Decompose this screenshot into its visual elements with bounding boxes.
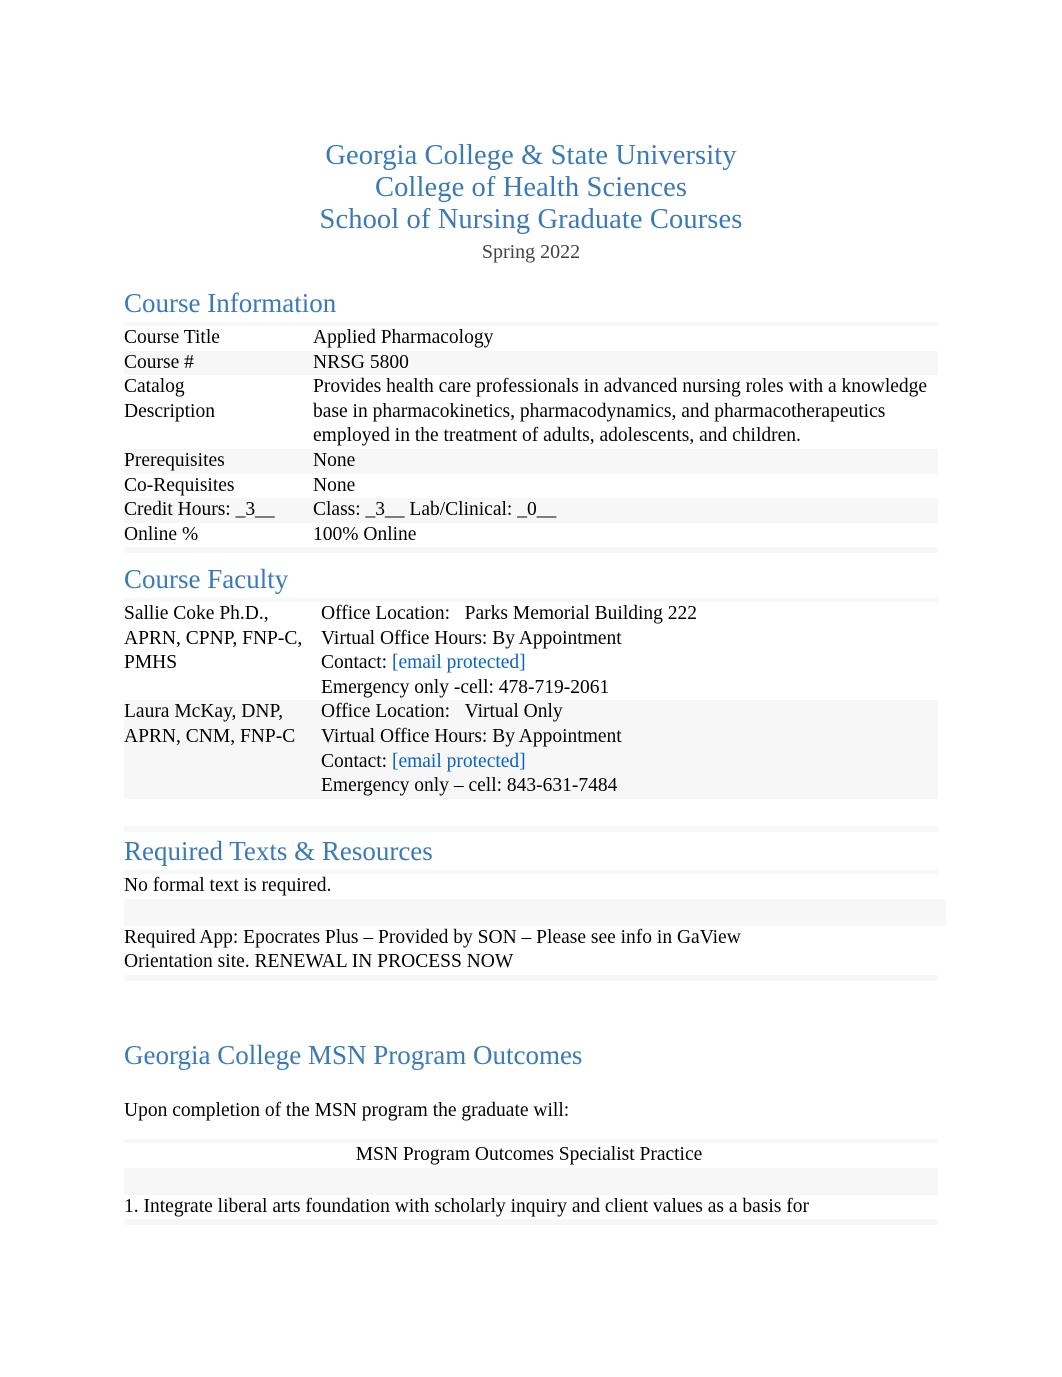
- prerequisites-label: Prerequisites: [124, 449, 225, 471]
- course-faculty-heading: Course Faculty: [124, 564, 289, 594]
- empty-cell: [124, 1168, 938, 1195]
- online-percent-value: 100% Online: [313, 523, 417, 545]
- faculty-contact-line: Contact: [email protected]: [321, 651, 934, 676]
- table-row: Prerequisites None: [124, 448, 938, 474]
- faculty-name: Sallie Coke Ph.D., APRN, CPNP, FNP-C, PM…: [124, 603, 303, 674]
- table-row: 1. Integrate liberal arts foundation wit…: [124, 1194, 938, 1220]
- office-hours-value: By Appointment: [492, 627, 622, 649]
- table-row-empty: [124, 898, 946, 926]
- course-title-label: Course Title: [124, 327, 220, 348]
- required-texts-section: Required Texts & Resources No formal tex…: [124, 836, 946, 981]
- table-row: Course Title Applied Pharmacology: [124, 326, 938, 351]
- office-location-value: Virtual Only: [464, 701, 563, 723]
- faculty-emergency-line: Emergency only -cell: 478-719-2061: [321, 676, 610, 698]
- required-texts-table-frame: No formal text is required. Required App…: [124, 870, 946, 981]
- table-row-empty: [124, 798, 938, 826]
- course-information-section: Course Information Course Title Applied …: [124, 288, 938, 554]
- msn-outcomes-table-header: MSN Program Outcomes Specialist Practice: [355, 1144, 703, 1165]
- office-hours-label: Virtual Office Hours:: [321, 627, 488, 649]
- required-text-item: No formal text is required.: [124, 875, 332, 896]
- faculty-details: Office Location: Parks Memorial Building…: [321, 602, 938, 700]
- faculty-name: Laura McKay, DNP, APRN, CNM, FNP-C: [124, 701, 296, 747]
- table-row: Laura McKay, DNP, APRN, CNM, FNP-C Offic…: [124, 700, 938, 799]
- online-percent-label: Online %: [124, 523, 199, 545]
- msn-outcomes-intro: Upon completion of the MSN program the g…: [124, 1100, 570, 1121]
- table-row: Catalog Description Provides health care…: [124, 375, 938, 449]
- faculty-contact-line: Contact: [email protected]: [321, 750, 934, 775]
- document-header: Georgia College & State University Colle…: [0, 0, 1062, 266]
- required-texts-heading: Required Texts & Resources: [124, 836, 433, 866]
- table-row: Co-Requisites None: [124, 473, 938, 499]
- college-title: College of Health Sciences: [374, 172, 688, 203]
- msn-outcomes-table: MSN Program Outcomes Specialist Practice…: [124, 1143, 938, 1220]
- table-row: Sallie Coke Ph.D., APRN, CPNP, FNP-C, PM…: [124, 602, 938, 701]
- document-page: Georgia College & State University Colle…: [0, 0, 1062, 1377]
- corequisites-label: Co-Requisites: [124, 474, 235, 496]
- msn-outcomes-table-frame: MSN Program Outcomes Specialist Practice…: [124, 1139, 938, 1226]
- office-location-label: Office Location:: [321, 701, 451, 723]
- credit-hours-value: Class: _3__ Lab/Clinical: _0__: [313, 499, 557, 521]
- table-row: No formal text is required.: [124, 874, 946, 899]
- course-number-label: Course #: [124, 351, 194, 373]
- faculty-office-location-line: Office Location: Virtual Only: [321, 700, 934, 725]
- credit-hours-label: Credit Hours: _3__: [124, 499, 275, 521]
- faculty-email-link[interactable]: [email protected]: [392, 751, 526, 772]
- table-row: Online % 100% Online: [124, 522, 938, 548]
- university-title: Georgia College & State University: [325, 140, 737, 171]
- corequisites-value: None: [313, 474, 356, 496]
- msn-outcomes-section: Georgia College MSN Program Outcomes Upo…: [124, 1040, 938, 1226]
- faculty-office-hours-line: Virtual Office Hours: By Appointment: [321, 627, 934, 652]
- catalog-description-label-line2: Description: [124, 400, 215, 422]
- course-faculty-section: Course Faculty Sallie Coke Ph.D., APRN, …: [124, 564, 938, 832]
- table-row-empty: [124, 1167, 938, 1195]
- table-row: Credit Hours: _3__ Class: _3__ Lab/Clini…: [124, 498, 938, 523]
- required-text-second-column: [752, 926, 946, 975]
- msn-outcomes-heading: Georgia College MSN Program Outcomes: [124, 1040, 583, 1070]
- required-texts-table: No formal text is required. Required App…: [124, 874, 946, 975]
- course-faculty-table: Sallie Coke Ph.D., APRN, CPNP, FNP-C, PM…: [124, 602, 938, 826]
- office-location-value: Parks Memorial Building 222: [464, 603, 698, 624]
- table-row: MSN Program Outcomes Specialist Practice: [124, 1143, 938, 1168]
- faculty-emergency-line: Emergency only – cell: 843-631-7484: [321, 775, 618, 797]
- office-location-label: Office Location:: [321, 603, 451, 624]
- faculty-office-location-line: Office Location: Parks Memorial Building…: [321, 602, 934, 627]
- term-subtitle: Spring 2022: [481, 241, 581, 263]
- empty-cell: [124, 899, 752, 926]
- course-faculty-table-frame: Sallie Coke Ph.D., APRN, CPNP, FNP-C, PM…: [124, 598, 938, 832]
- faculty-email-link[interactable]: [email protected]: [392, 652, 526, 673]
- course-number-value: NRSG 5800: [313, 351, 409, 373]
- catalog-description-label-line1: Catalog: [124, 376, 185, 398]
- contact-label: Contact:: [321, 750, 388, 772]
- course-title-value: Applied Pharmacology: [313, 327, 494, 348]
- office-hours-value: By Appointment: [492, 725, 622, 747]
- prerequisites-value: None: [313, 449, 356, 471]
- course-information-table-frame: Course Title Applied Pharmacology Course…: [124, 322, 938, 554]
- catalog-description-value: Provides health care professionals in ad…: [313, 376, 928, 447]
- required-text-second-column: [752, 874, 946, 899]
- table-row: Required App: Epocrates Plus – Provided …: [124, 925, 946, 975]
- school-title: School of Nursing Graduate Courses: [319, 204, 743, 235]
- empty-cell: [752, 899, 946, 926]
- required-text-item: Required App: Epocrates Plus – Provided …: [124, 926, 741, 973]
- msn-outcome-item: 1. Integrate liberal arts foundation wit…: [124, 1195, 810, 1217]
- course-information-table: Course Title Applied Pharmacology Course…: [124, 326, 938, 548]
- course-information-heading: Course Information: [124, 288, 337, 318]
- empty-cell: [124, 799, 321, 826]
- catalog-description-label: Catalog Description: [124, 375, 313, 449]
- office-hours-label: Virtual Office Hours:: [321, 725, 488, 747]
- table-row: Course # NRSG 5800: [124, 350, 938, 376]
- contact-label: Contact:: [321, 652, 388, 674]
- faculty-details: Office Location: Virtual Only Virtual Of…: [321, 700, 938, 798]
- empty-cell: [321, 799, 938, 826]
- faculty-office-hours-line: Virtual Office Hours: By Appointment: [321, 725, 934, 750]
